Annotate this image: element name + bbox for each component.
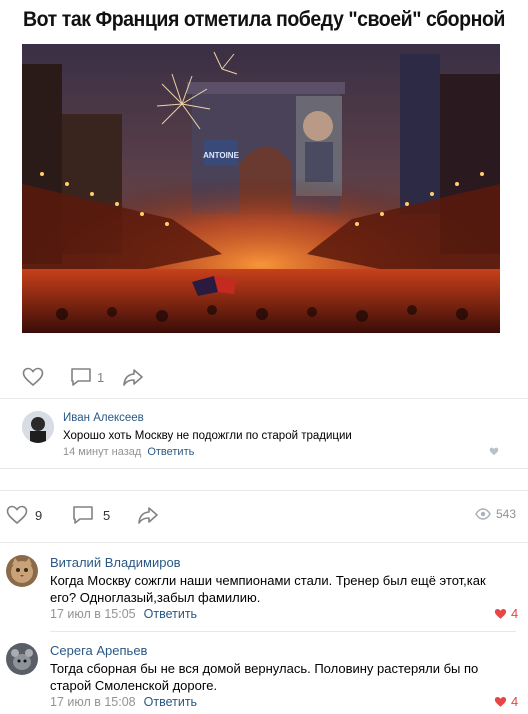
comment-icon (73, 506, 93, 524)
heart-filled-icon (494, 608, 507, 619)
inner-comment-card: Иван Алексеев Хорошо хоть Москву не подо… (0, 398, 528, 468)
share-button[interactable] (136, 505, 160, 525)
views-count: 543 (495, 507, 516, 521)
views-counter: 543 (475, 507, 516, 521)
comment-like-button[interactable]: 4 (494, 606, 518, 621)
comment-author[interactable]: Виталий Владимиров (50, 555, 181, 570)
heart-filled-icon (494, 696, 507, 707)
comment-text: Тогда сборная бы не вся домой вернулась.… (50, 660, 505, 694)
eye-icon (475, 508, 491, 520)
avatar[interactable] (6, 555, 38, 587)
divider (0, 542, 528, 543)
comment-time: 14 минут назад (63, 446, 142, 458)
meme-headline: Вот так Франция отметила победу "своей" … (23, 8, 505, 31)
comment-text-line: старой Смоленской дороге. (50, 678, 218, 693)
divider (0, 468, 528, 469)
reply-link[interactable]: Ответить (144, 695, 197, 709)
post-actions: 9 5 543 (6, 505, 522, 529)
post-photo[interactable]: ANTOINE (22, 44, 500, 333)
heart-outline-icon (6, 505, 28, 525)
divider (50, 631, 516, 632)
comment-meta: 14 минут назад Ответить (63, 446, 194, 458)
comment-time: 17 июл в 15:08 (50, 695, 136, 709)
comment-button[interactable]: 5 (72, 505, 110, 525)
comment-like-button[interactable]: 4 (494, 694, 518, 709)
comment-like-count: 4 (511, 694, 519, 709)
inner-like-button[interactable] (22, 367, 44, 387)
comment-author[interactable]: Иван Алексеев (63, 412, 144, 424)
user-avatar-icon (22, 411, 54, 443)
inner-post-actions: 1 (22, 365, 144, 389)
comment-meta: 17 июл в 15:05 Ответить (50, 607, 197, 621)
paris-celebration-photo: ANTOINE (22, 44, 500, 333)
avatar[interactable] (6, 643, 38, 675)
share-arrow-icon (123, 369, 144, 386)
comment-text: Когда Москву сожгли наши чемпионами стал… (50, 572, 505, 606)
like-button[interactable]: 9 (6, 505, 42, 525)
avatar[interactable] (22, 411, 54, 443)
heart-small-icon[interactable] (489, 447, 499, 456)
inner-share-button[interactable] (122, 367, 144, 387)
divider (0, 490, 528, 491)
comment-text: Хорошо хоть Москву не подожгли по старой… (63, 430, 352, 442)
comment-text-line: Тогда сборная бы не вся домой вернулась.… (50, 661, 479, 676)
heart-outline-icon (22, 367, 44, 387)
inner-comment-button[interactable]: 1 (70, 367, 104, 387)
comment-icon (71, 368, 91, 386)
comment-time: 17 июл в 15:05 (50, 607, 136, 621)
rat-avatar-icon (6, 643, 38, 675)
reply-link[interactable]: Ответить (144, 607, 197, 621)
share-arrow-icon (138, 507, 158, 524)
comment-author[interactable]: Серега Арепьев (50, 643, 147, 658)
comment-text-line: Когда Москву сожгли наши чемпионами стал… (50, 573, 486, 588)
inner-comment-count: 1 (97, 369, 105, 385)
reply-link[interactable]: Ответить (147, 446, 194, 458)
comment-count: 5 (103, 507, 111, 523)
comment-text-line: его? Одноглазый,забыл фамилию. (50, 590, 261, 605)
cat-avatar-icon (6, 555, 38, 587)
comment-like-count: 4 (511, 606, 519, 621)
comment-meta: 17 июл в 15:08 Ответить (50, 695, 197, 709)
like-count: 9 (35, 507, 43, 523)
